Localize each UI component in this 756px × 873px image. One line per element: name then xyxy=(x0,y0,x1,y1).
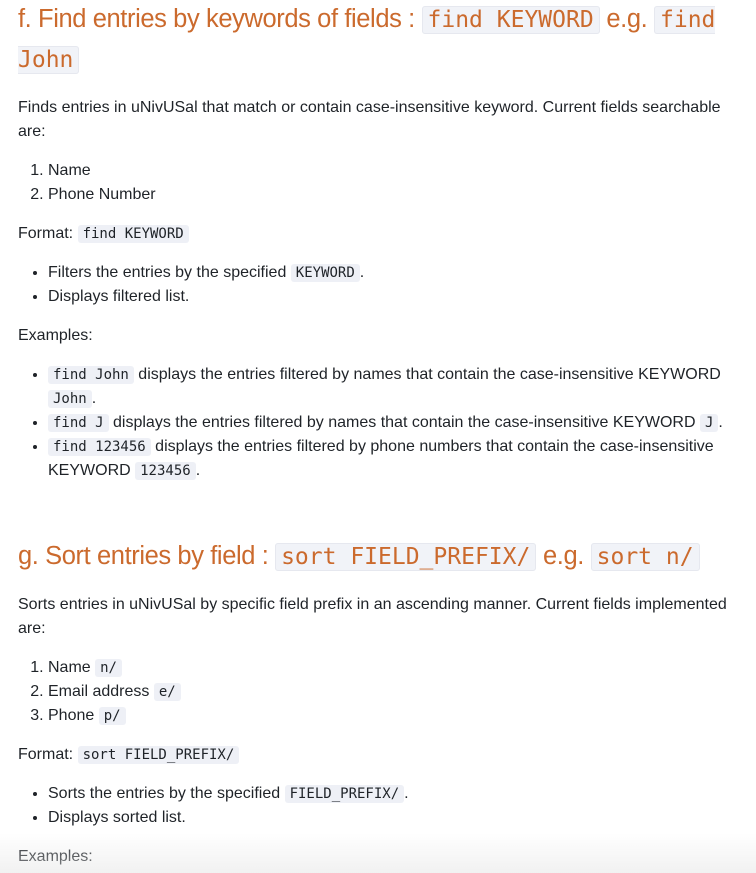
heading-text: f. Find entries by keywords of fields : xyxy=(18,5,422,33)
field-label: Phone xyxy=(48,707,99,724)
section-heading-find: f. Find entries by keywords of fields : … xyxy=(18,0,746,80)
bullet-text: Sorts the entries by the specified xyxy=(48,785,285,802)
field-label: Name xyxy=(48,659,96,676)
field-label: Email address xyxy=(48,683,154,700)
searchable-fields-list: Name Phone Number xyxy=(18,159,746,207)
list-item: Displays sorted list. xyxy=(48,806,746,830)
inline-code: KEYWORD xyxy=(290,264,360,282)
example-text: . xyxy=(718,414,723,431)
heading-text: g. Sort entries by field : xyxy=(18,542,276,570)
inline-code: find J xyxy=(48,414,109,432)
section-heading-sort: g. Sort entries by field : sort FIELD_PR… xyxy=(18,537,746,577)
heading-eg-text: e.g. xyxy=(599,5,654,33)
heading-eg-text: e.g. xyxy=(536,542,591,570)
document-page: f. Find entries by keywords of fields : … xyxy=(18,0,746,869)
examples-list: find John displays the entries filtered … xyxy=(18,363,746,483)
bullet-text: . xyxy=(404,785,409,802)
inline-code: J xyxy=(699,414,719,432)
behavior-list: Sorts the entries by the specified FIELD… xyxy=(18,782,746,830)
example-text: . xyxy=(195,462,201,479)
list-item: Phone p/ xyxy=(48,704,746,728)
format-code: sort FIELD_PREFIX/ xyxy=(77,746,240,764)
list-item: Name xyxy=(48,159,746,183)
inline-code: p/ xyxy=(98,707,126,725)
section-find: f. Find entries by keywords of fields : … xyxy=(18,0,746,483)
list-item: Filters the entries by the specified KEY… xyxy=(48,261,746,285)
section-sort: g. Sort entries by field : sort FIELD_PR… xyxy=(18,537,746,869)
inline-code: FIELD_PREFIX/ xyxy=(284,785,405,803)
bullet-text: . xyxy=(359,264,365,281)
implemented-fields-list: Name n/ Email address e/ Phone p/ xyxy=(18,656,746,728)
section-description: Finds entries in uNivUSal that match or … xyxy=(18,99,721,140)
list-item: find John displays the entries filtered … xyxy=(48,363,746,411)
list-item: Phone Number xyxy=(48,183,746,207)
list-item: find J displays the entries filtered by … xyxy=(48,411,746,435)
heading-code-example: sort n/ xyxy=(590,543,700,571)
list-item: Sorts the entries by the specified FIELD… xyxy=(48,782,746,806)
inline-code: 123456 xyxy=(135,462,196,480)
list-item: find 123456 displays the entries filtere… xyxy=(48,435,746,483)
example-text: displays the entries filtered by names t… xyxy=(108,414,700,431)
inline-code: John xyxy=(48,390,92,408)
inline-code: n/ xyxy=(95,659,122,677)
heading-code-command: find KEYWORD xyxy=(421,6,600,34)
format-label: Format: xyxy=(18,225,78,242)
example-text: . xyxy=(91,390,97,407)
format-line: Format: sort FIELD_PREFIX/ xyxy=(18,743,746,767)
list-item: Name n/ xyxy=(48,656,746,680)
inline-code: find John xyxy=(48,366,134,384)
bullet-text: Displays filtered list. xyxy=(48,288,190,305)
bullet-text: Displays sorted list. xyxy=(48,809,186,826)
format-line: Format: find KEYWORD xyxy=(18,222,746,246)
section-description: Sorts entries in uNivUSal by specific fi… xyxy=(18,596,727,637)
format-label: Format: xyxy=(18,746,78,763)
inline-code: e/ xyxy=(153,683,181,701)
list-item: Email address e/ xyxy=(48,680,746,704)
behavior-list: Filters the entries by the specified KEY… xyxy=(18,261,746,309)
list-item: Displays filtered list. xyxy=(48,285,746,309)
example-text: displays the entries filtered by names t… xyxy=(133,366,721,383)
examples-label: Examples: xyxy=(18,327,93,344)
heading-code-command: sort FIELD_PREFIX/ xyxy=(275,543,537,571)
inline-code: find 123456 xyxy=(48,438,151,456)
bullet-text: Filters the entries by the specified xyxy=(48,264,291,281)
examples-label: Examples: xyxy=(18,848,93,865)
format-code: find KEYWORD xyxy=(77,225,189,243)
